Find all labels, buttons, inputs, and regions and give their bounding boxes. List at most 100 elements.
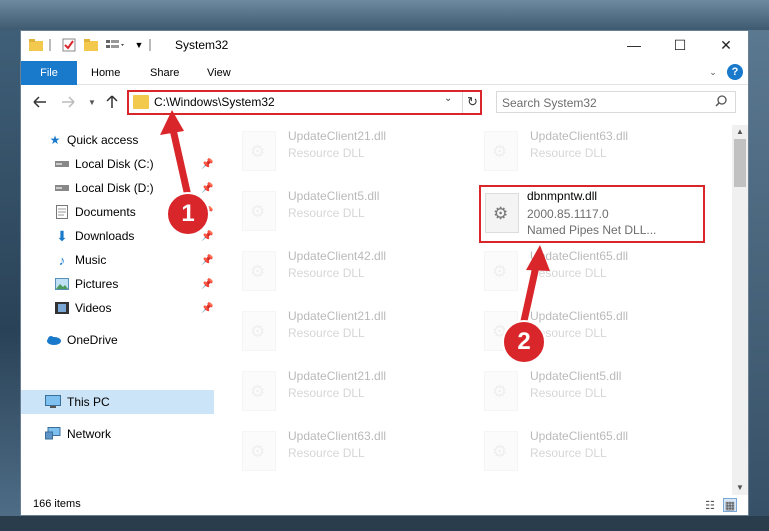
dll-file-icon: ⚙ bbox=[484, 251, 518, 291]
gear-icon: ⚙ bbox=[250, 382, 266, 401]
cloud-icon bbox=[45, 333, 61, 347]
gear-icon: ⚙ bbox=[492, 442, 508, 461]
gear-icon: ⚙ bbox=[492, 142, 508, 161]
file-item[interactable]: ⚙ UpdateClient21.dll Resource DLL bbox=[242, 307, 472, 357]
nav-item-videos[interactable]: Videos 📌 bbox=[21, 296, 214, 320]
expand-ribbon-icon[interactable]: ⌄ bbox=[707, 64, 719, 80]
search-input[interactable]: Search System32 bbox=[496, 91, 736, 113]
nav-label: Music bbox=[75, 253, 107, 267]
file-type: Resource DLL bbox=[288, 326, 365, 340]
properties-icon[interactable] bbox=[61, 37, 77, 53]
file-name: UpdateClient5.dll bbox=[288, 189, 380, 203]
tab-home[interactable]: Home bbox=[91, 61, 120, 85]
item-count: 166 items bbox=[33, 498, 81, 510]
help-icon[interactable]: ? bbox=[727, 64, 743, 80]
dll-file-icon: ⚙ bbox=[484, 371, 518, 411]
file-name: UpdateClient21.dll bbox=[288, 129, 387, 143]
gear-icon: ⚙ bbox=[492, 382, 508, 401]
nav-label: Quick access bbox=[67, 133, 139, 147]
nav-item-music[interactable]: ♪ Music 📌 bbox=[21, 248, 214, 272]
dll-file-icon: ⚙ bbox=[242, 311, 276, 351]
file-item[interactable]: ⚙ UpdateClient42.dll Resource DLL bbox=[242, 247, 472, 297]
tab-share[interactable]: Share bbox=[150, 61, 179, 85]
customize-toolbar-icon[interactable] bbox=[105, 37, 127, 53]
pin-icon: 📌 bbox=[201, 278, 214, 290]
dll-file-icon: ⚙ bbox=[484, 131, 518, 171]
recent-locations-icon[interactable]: ▼ bbox=[83, 91, 101, 113]
file-type: Resource DLL bbox=[288, 266, 365, 280]
file-item[interactable]: ⚙ UpdateClient5.dll Resource DLL bbox=[242, 187, 472, 237]
nav-item-this-pc[interactable]: This PC bbox=[21, 390, 214, 414]
tab-view[interactable]: View bbox=[207, 61, 231, 85]
dll-file-icon: ⚙ bbox=[484, 431, 518, 471]
close-button[interactable]: ✕ bbox=[703, 31, 749, 59]
nav-label: Local Disk (D:) bbox=[75, 181, 154, 195]
file-type: Resource DLL bbox=[288, 146, 365, 160]
maximize-button[interactable]: ☐ bbox=[657, 31, 703, 59]
tiles-view-icon[interactable]: ▦ bbox=[723, 498, 737, 512]
desktop-background-top bbox=[0, 0, 769, 30]
search-placeholder: Search System32 bbox=[502, 96, 597, 110]
nav-label: Network bbox=[67, 427, 112, 441]
nav-item-quick-access[interactable]: ★ Quick access bbox=[21, 128, 214, 152]
nav-item-pictures[interactable]: Pictures 📌 bbox=[21, 272, 214, 296]
pin-icon: 📌 bbox=[201, 182, 214, 194]
file-name: UpdateClient5.dll bbox=[530, 369, 622, 383]
pictures-icon bbox=[54, 277, 70, 291]
pin-icon: 📌 bbox=[201, 158, 214, 170]
nav-item-onedrive[interactable]: OneDrive bbox=[21, 328, 214, 352]
quick-access-dropdown-icon[interactable]: ▼ bbox=[133, 37, 145, 53]
search-icon[interactable] bbox=[715, 95, 727, 110]
file-item[interactable]: ⚙ UpdateClient63.dll Resource DLL bbox=[484, 127, 714, 177]
file-item[interactable]: ⚙ UpdateClient5.dll Resource DLL bbox=[484, 367, 714, 417]
scroll-down-icon[interactable]: ▼ bbox=[732, 481, 748, 495]
file-type: Resource DLL bbox=[288, 386, 365, 400]
pin-icon: 📌 bbox=[201, 302, 214, 314]
nav-item-network[interactable]: Network bbox=[21, 422, 214, 446]
nav-label: This PC bbox=[67, 395, 110, 409]
gear-icon: ⚙ bbox=[250, 442, 266, 461]
forward-button[interactable] bbox=[59, 91, 77, 113]
nav-item-local-disk-c[interactable]: Local Disk (C:) 📌 bbox=[21, 152, 214, 176]
up-button[interactable] bbox=[103, 91, 121, 113]
file-list: ⚙ UpdateClient21.dll Resource DLL ⚙ Upda… bbox=[214, 125, 732, 495]
file-name: UpdateClient65.dll bbox=[530, 249, 629, 263]
step-1-badge: 1 bbox=[166, 192, 210, 236]
tab-file[interactable]: File bbox=[21, 61, 77, 85]
file-item[interactable]: ⚙ UpdateClient21.dll Resource DLL bbox=[242, 127, 472, 177]
desktop-background-bottom bbox=[0, 516, 769, 531]
nav-label: Videos bbox=[75, 301, 112, 315]
vertical-scrollbar[interactable]: ▲ ▼ bbox=[732, 125, 748, 495]
minimize-button[interactable]: — bbox=[611, 31, 657, 59]
step-2-badge: 2 bbox=[502, 320, 546, 364]
pin-icon: 📌 bbox=[201, 230, 214, 242]
file-item[interactable]: ⚙ UpdateClient65.dll Resource DLL bbox=[484, 427, 714, 477]
gear-icon: ⚙ bbox=[250, 202, 266, 221]
gear-icon: ⚙ bbox=[250, 262, 266, 281]
computer-icon bbox=[45, 395, 61, 409]
file-type: Resource DLL bbox=[530, 386, 607, 400]
folder-icon[interactable] bbox=[29, 37, 43, 53]
file-type: Resource DLL bbox=[530, 266, 607, 280]
gear-icon: ⚙ bbox=[492, 262, 508, 281]
network-icon bbox=[45, 427, 61, 441]
nav-label: Local Disk (C:) bbox=[75, 157, 154, 171]
scroll-up-icon[interactable]: ▲ bbox=[732, 125, 748, 139]
scroll-thumb[interactable] bbox=[734, 139, 746, 187]
nav-label: OneDrive bbox=[67, 333, 118, 347]
file-name: UpdateClient65.dll bbox=[530, 429, 629, 443]
file-item[interactable]: ⚙ UpdateClient63.dll Resource DLL bbox=[242, 427, 472, 477]
target-file-dbnmpntw[interactable]: ⚙ dbnmpntw.dll 2000.85.1117.0 Named Pipe… bbox=[479, 185, 705, 243]
file-name: UpdateClient63.dll bbox=[288, 429, 387, 443]
new-folder-icon[interactable] bbox=[83, 37, 99, 53]
back-button[interactable] bbox=[31, 91, 49, 113]
file-item[interactable]: ⚙ UpdateClient65.dll Resource DLL bbox=[484, 247, 714, 297]
file-name: UpdateClient63.dll bbox=[530, 129, 629, 143]
file-item[interactable]: ⚙ UpdateClient21.dll Resource DLL bbox=[242, 367, 472, 417]
file-name: dbnmpntw.dll bbox=[527, 189, 598, 203]
nav-label: Downloads bbox=[75, 229, 135, 243]
details-view-icon[interactable]: ☷ bbox=[703, 498, 717, 512]
ribbon-tabs: File Home Share View ⌄ ? bbox=[21, 59, 748, 85]
pin-icon: 📌 bbox=[201, 254, 214, 266]
file-name: UpdateClient21.dll bbox=[288, 309, 387, 323]
